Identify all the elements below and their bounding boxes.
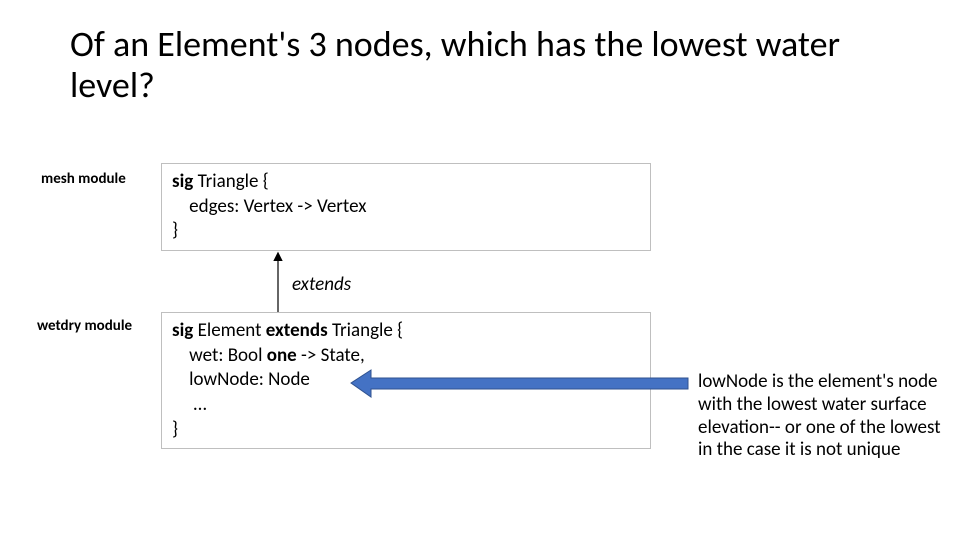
code-line: lowNode: Node — [172, 368, 640, 393]
code-line: } — [172, 219, 640, 244]
code-line: sig Triangle { — [172, 170, 640, 195]
slide-title: Of an Element's 3 nodes, which has the l… — [70, 24, 890, 107]
slide: Of an Element's 3 nodes, which has the l… — [0, 0, 960, 540]
keyword-sig: sig — [172, 319, 198, 342]
code-line: … — [172, 393, 640, 418]
code-text: Triangle { — [332, 319, 403, 342]
code-line: sig Element extends Triangle { — [172, 319, 640, 344]
code-line: wet: Bool one -> State, — [172, 344, 640, 369]
keyword-extends: extends — [266, 319, 332, 342]
code-text: wet: Bool — [172, 344, 267, 367]
code-text: Triangle { — [198, 170, 269, 193]
triangle-codebox: sig Triangle { edges: Vertex -> Vertex } — [161, 163, 651, 251]
keyword-sig: sig — [172, 170, 198, 193]
mesh-module-label: mesh module — [41, 170, 126, 188]
keyword-one: one — [267, 344, 301, 367]
code-text: Element — [198, 319, 266, 342]
element-codebox: sig Element extends Triangle { wet: Bool… — [161, 312, 651, 449]
extends-label: extends — [292, 273, 351, 296]
code-line: edges: Vertex -> Vertex — [172, 195, 640, 220]
code-line: } — [172, 418, 640, 443]
wetdry-module-label: wetdry module — [37, 317, 132, 335]
code-text: -> State, — [301, 344, 365, 367]
annotation-text: lowNode is the element's node with the l… — [698, 371, 953, 462]
